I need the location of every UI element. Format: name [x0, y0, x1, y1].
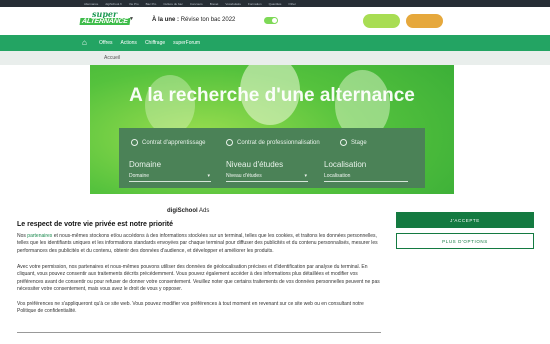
breadcrumb[interactable]: Accueil: [104, 55, 120, 61]
chevron-down-icon[interactable]: ▼: [129, 16, 134, 22]
partners-link[interactable]: partenaires: [27, 233, 52, 239]
localisation-input[interactable]: Localisation: [324, 171, 408, 182]
chevron-down-icon: ▾: [304, 173, 307, 179]
radio-stage[interactable]: Stage: [340, 139, 367, 146]
brand-suffix: Ads: [199, 208, 210, 214]
field-label-niveau: Niveau d'études: [226, 160, 284, 169]
top-link[interactable]: Quantités: [269, 2, 282, 6]
accept-button[interactable]: J'ACCEPTE: [396, 212, 534, 228]
chevron-down-icon: ▾: [207, 173, 210, 179]
radio-circle-icon: [226, 139, 233, 146]
radio-label: Stage: [351, 139, 367, 146]
top-link[interactable]: Vocabulaire: [225, 2, 241, 6]
top-link[interactable]: Bac Pro: [146, 2, 157, 6]
more-options-button[interactable]: PLUS D'OPTIONS: [396, 233, 534, 249]
brand-name: digiSchool: [167, 208, 198, 214]
hero-title: A la recherche d'une alternance: [129, 85, 415, 106]
radio-professionnalisation[interactable]: Contrat de professionnalisation: [226, 139, 320, 146]
select-value: Niveau d'études: [226, 173, 262, 179]
top-link[interactable]: Brevet: [210, 2, 219, 6]
logo-alternance-text: ALTERNANCE: [79, 18, 131, 25]
consent-brand: digiSchool Ads: [167, 208, 209, 214]
header-button-green[interactable]: [363, 14, 400, 28]
nav-item-chiffrage[interactable]: Chiffrage: [145, 40, 165, 46]
radio-label: Contrat de professionnalisation: [237, 139, 320, 146]
consent-paragraph-2: Avec votre permission, nos partenaires e…: [17, 264, 380, 292]
consent-paragraph-3: Vos préférences ne s'appliqueront qu'à c…: [17, 301, 364, 315]
home-icon[interactable]: ⌂: [82, 39, 91, 47]
une-label: À la une :: [152, 17, 180, 23]
top-link[interactable]: digiSchool.fr: [105, 2, 122, 6]
breadcrumb-bar: [0, 51, 550, 65]
site-logo[interactable]: super ALTERNANCE: [79, 9, 131, 29]
nav-item-actions[interactable]: Actions: [121, 40, 137, 46]
consent-text: et nous-mêmes stockons et/ou accédons à …: [17, 233, 378, 254]
top-link[interactable]: Culture du bac: [163, 2, 183, 6]
radio-circle-icon: [340, 139, 347, 146]
radio-label: Contrat d'apprentissage: [142, 139, 206, 146]
nav-item-offres[interactable]: Offres: [99, 40, 113, 46]
field-label-domaine: Domaine: [129, 160, 162, 169]
header-button-orange[interactable]: [406, 14, 443, 28]
radio-circle-icon: [131, 139, 138, 146]
consent-text: Nos: [17, 233, 26, 239]
toggle-switch[interactable]: [264, 17, 278, 24]
top-links-bar: Alternance digiSchool.fr Vie Pro Bac Pro…: [0, 0, 550, 7]
top-link[interactable]: Formation: [248, 2, 262, 6]
top-link[interactable]: Concours: [190, 2, 203, 6]
niveau-select[interactable]: Niveau d'études ▾: [226, 171, 308, 182]
consent-paragraph-1: Nos partenaires et nous-mêmes stockons e…: [17, 233, 381, 255]
select-value: Domaine: [129, 173, 150, 179]
top-link[interactable]: Vie Pro: [129, 2, 139, 6]
main-nav: ⌂ Offres Actions Chiffrage superForum: [0, 35, 550, 51]
divider: [17, 332, 381, 333]
field-label-localisation: Localisation: [324, 160, 367, 169]
une-headline[interactable]: À la une : Révise ton bac 2022: [152, 17, 235, 23]
nav-item-superforum[interactable]: superForum: [173, 40, 200, 46]
une-text: Révise ton bac 2022: [180, 17, 236, 23]
top-link[interactable]: Alternance: [84, 2, 98, 6]
top-link[interactable]: Other: [288, 2, 296, 6]
domaine-select[interactable]: Domaine ▾: [129, 171, 211, 182]
consent-title: Le respect de votre vie privée est notre…: [17, 221, 174, 228]
input-value: Localisation: [324, 173, 351, 179]
radio-apprentissage[interactable]: Contrat d'apprentissage: [131, 139, 206, 146]
